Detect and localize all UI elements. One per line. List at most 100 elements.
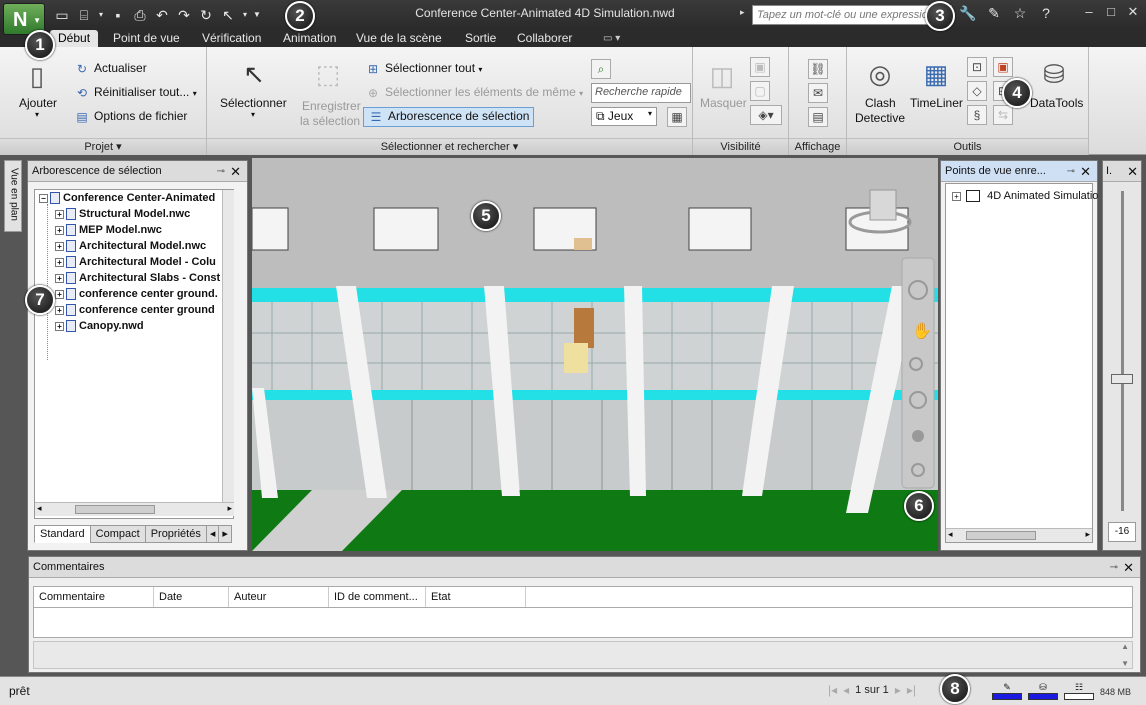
datatools-button[interactable]: DataTools bbox=[1030, 96, 1083, 110]
save-icon[interactable]: ▪ bbox=[108, 5, 128, 25]
expand-icon[interactable]: + bbox=[55, 241, 64, 251]
chevron-down-icon[interactable]: ▾ bbox=[240, 5, 250, 25]
compare-icon[interactable]: ⇆ bbox=[993, 105, 1013, 125]
tab-animation[interactable]: Animation bbox=[275, 30, 344, 47]
hide-unselected-icon[interactable]: ▢ bbox=[750, 81, 770, 101]
expand-icon[interactable]: + bbox=[952, 191, 961, 201]
subscription-icon[interactable]: ✎ bbox=[984, 5, 1004, 22]
slider-track[interactable] bbox=[1121, 191, 1124, 511]
expand-icon[interactable]: + bbox=[55, 305, 64, 315]
customize-qat-icon[interactable]: ▼ bbox=[252, 5, 262, 25]
batch-utility-icon[interactable]: § bbox=[967, 105, 987, 125]
scroll-right-icon[interactable]: ▸ bbox=[1085, 529, 1090, 540]
expand-icon[interactable]: + bbox=[55, 273, 64, 283]
scroll-thumb[interactable] bbox=[966, 531, 1036, 540]
links-icon[interactable]: ⛓ bbox=[808, 59, 828, 79]
options-fichier-button[interactable]: ▤ Options de fichier bbox=[74, 109, 187, 125]
ajouter-button[interactable]: Ajouter bbox=[19, 96, 57, 110]
column-etat[interactable]: Etat bbox=[426, 587, 526, 607]
reinitialiser-button[interactable]: ⟲ Réinitialiser tout... ▾ bbox=[74, 85, 197, 101]
animator-icon[interactable]: ▣ bbox=[993, 57, 1013, 77]
tab-scroll-right-icon[interactable]: ▸ bbox=[218, 525, 232, 543]
panel-title-projet[interactable]: Projet ▾ bbox=[0, 138, 206, 155]
jeux-dropdown[interactable]: ⧉ Jeux ▾ bbox=[591, 107, 657, 126]
selectionner-button[interactable]: Sélectionner bbox=[220, 96, 287, 110]
close-icon[interactable]: ✕ bbox=[1126, 4, 1140, 20]
timeliner-icon[interactable]: ▦ bbox=[919, 57, 953, 91]
quantification-icon[interactable]: ◇ bbox=[967, 81, 987, 101]
scroll-up-icon[interactable]: ▲ bbox=[1121, 642, 1129, 651]
select-cursor-icon[interactable]: ↖ bbox=[237, 57, 271, 91]
tree-item[interactable]: + Canopy.nwd bbox=[35, 318, 233, 334]
open-folder-icon[interactable]: ⌸ bbox=[74, 5, 94, 25]
comments-table-body[interactable] bbox=[33, 608, 1133, 638]
tab-debut[interactable]: Début bbox=[50, 30, 99, 47]
column-date[interactable]: Date bbox=[154, 587, 229, 607]
refresh-icon[interactable]: ↻ bbox=[196, 5, 216, 25]
unhide-all-icon[interactable]: ◈▾ bbox=[750, 105, 782, 125]
close-icon[interactable]: ✕ bbox=[1123, 557, 1134, 578]
actualiser-button[interactable]: ↻ Actualiser bbox=[74, 61, 147, 77]
column-auteur[interactable]: Auteur bbox=[229, 587, 329, 607]
selectionner-tout-button[interactable]: ⊞ Sélectionner tout ▾ bbox=[365, 61, 482, 77]
save-selection-icon[interactable]: ⬚ bbox=[311, 57, 345, 91]
chevron-down-icon[interactable]: ▾ bbox=[35, 110, 39, 119]
chevron-down-icon[interactable]: ▾ bbox=[251, 110, 255, 119]
tab-proprietes[interactable]: Propriétés bbox=[144, 525, 207, 543]
pin-icon[interactable]: ⊸ bbox=[1067, 161, 1075, 182]
tree-horizontal-scrollbar[interactable]: ◂ ▸ bbox=[35, 502, 234, 516]
maximize-icon[interactable]: □ bbox=[1104, 4, 1118, 20]
tab-point-de-vue[interactable]: Point de vue bbox=[105, 30, 188, 47]
chevron-down-icon[interactable]: ▾ bbox=[96, 5, 106, 25]
tab-vue-de-la-scene[interactable]: Vue de la scène bbox=[348, 30, 450, 47]
tree-item[interactable]: + Architectural Slabs - Const bbox=[35, 270, 233, 286]
last-page-icon[interactable]: ▸| bbox=[907, 683, 916, 697]
manage-sets-icon[interactable]: ▦ bbox=[667, 107, 687, 127]
timeliner-button[interactable]: TimeLiner bbox=[910, 96, 963, 110]
scroll-left-icon[interactable]: ◂ bbox=[948, 529, 953, 540]
expand-icon[interactable]: + bbox=[55, 257, 64, 267]
expand-icon[interactable]: + bbox=[55, 225, 64, 235]
viewpoints-horizontal-scrollbar[interactable]: ◂ ▸ bbox=[946, 528, 1092, 542]
binoculars-icon[interactable]: 🔧 bbox=[958, 5, 978, 22]
tab-standard[interactable]: Standard bbox=[34, 525, 91, 543]
navigation-bar[interactable]: ✋ bbox=[901, 257, 935, 489]
help-search-input[interactable]: Tapez un mot-clé ou une expression bbox=[752, 5, 952, 25]
scroll-thumb[interactable] bbox=[75, 505, 155, 514]
tree-vertical-scrollbar[interactable] bbox=[222, 190, 234, 502]
help-icon[interactable]: ? bbox=[1036, 5, 1056, 22]
expand-icon[interactable]: + bbox=[55, 289, 64, 299]
quick-properties-icon[interactable]: ✉ bbox=[808, 83, 828, 103]
tree-item[interactable]: + MEP Model.nwc bbox=[35, 222, 233, 238]
clash-detective-icon[interactable]: ◎ bbox=[863, 57, 897, 91]
properties-icon[interactable]: ▤ bbox=[808, 107, 828, 127]
scroll-left-icon[interactable]: ◂ bbox=[37, 503, 42, 514]
redo-icon[interactable]: ↷ bbox=[174, 5, 194, 25]
presenter-icon[interactable]: ⊡ bbox=[967, 57, 987, 77]
3d-viewport[interactable]: ✋ bbox=[252, 158, 938, 551]
expand-icon[interactable]: + bbox=[55, 209, 64, 219]
add-file-icon[interactable]: ▯ bbox=[20, 59, 54, 93]
favorites-star-icon[interactable]: ☆ bbox=[1010, 5, 1030, 22]
tab-verification[interactable]: Vérification bbox=[194, 30, 269, 47]
viewpoint-item[interactable]: + 4D Animated Simulatio bbox=[946, 188, 1098, 204]
vue-en-plan-tab[interactable]: Vue en plan bbox=[4, 160, 22, 232]
tree-item[interactable]: + Architectural Model.nwc bbox=[35, 238, 233, 254]
datatools-icon[interactable]: ⛁ bbox=[1037, 57, 1071, 91]
tree-item[interactable]: + Architectural Model - Colu bbox=[35, 254, 233, 270]
close-icon[interactable]: ✕ bbox=[230, 161, 241, 182]
tree-root[interactable]: − Conference Center-Animated bbox=[35, 190, 233, 206]
tab-collaborer[interactable]: Collaborer bbox=[509, 30, 580, 47]
scroll-down-icon[interactable]: ▼ bbox=[1121, 659, 1129, 668]
find-items-icon[interactable]: ⌕ bbox=[591, 59, 611, 79]
tab-sortie[interactable]: Sortie bbox=[457, 30, 504, 47]
close-icon[interactable]: ✕ bbox=[1080, 161, 1091, 182]
slider-value[interactable]: -16 bbox=[1108, 522, 1136, 542]
tree-item[interactable]: + Structural Model.nwc bbox=[35, 206, 233, 222]
tab-compact[interactable]: Compact bbox=[89, 525, 146, 543]
next-page-icon[interactable]: ▸ bbox=[895, 683, 901, 697]
close-icon[interactable]: ✕ bbox=[1127, 161, 1138, 182]
expand-search-icon[interactable]: ▸ bbox=[740, 7, 745, 18]
hide-icon[interactable]: ◫ bbox=[705, 59, 739, 93]
scroll-right-icon[interactable]: ▸ bbox=[227, 503, 232, 514]
